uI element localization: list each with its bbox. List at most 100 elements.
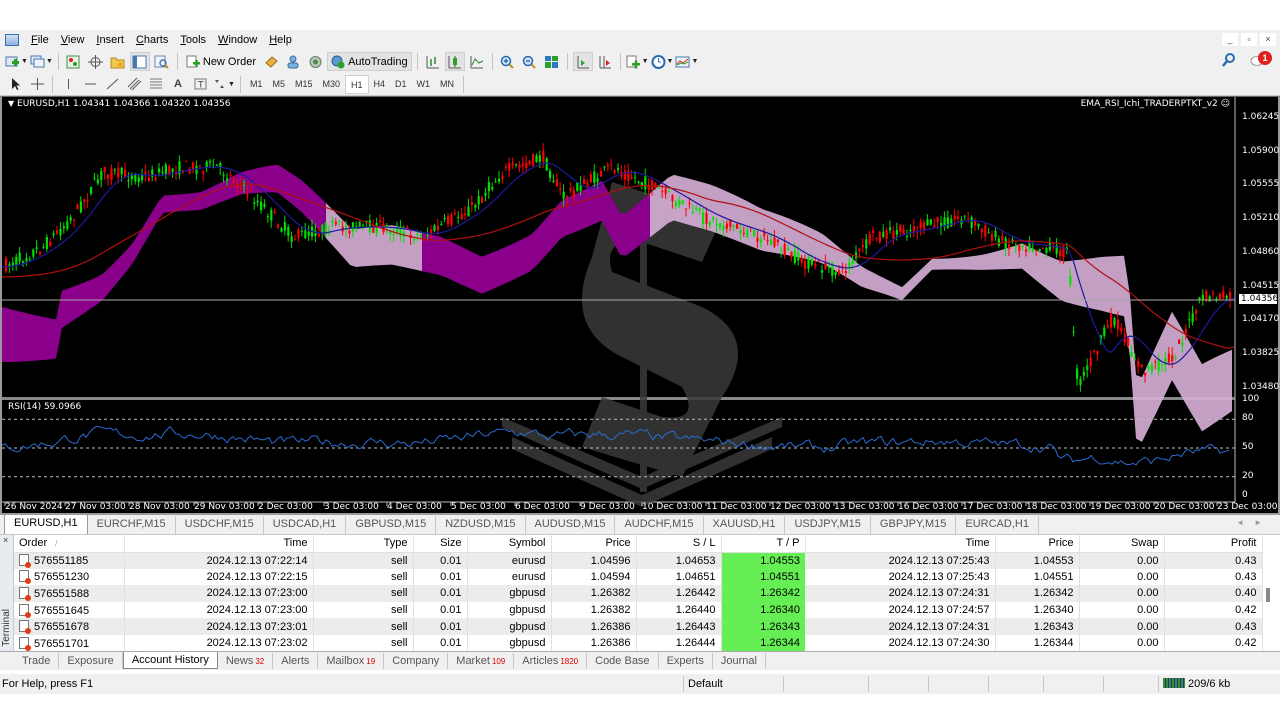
history-row[interactable]: 576551645 2024.12.13 07:23:00 sell 0.01 gbpu… bbox=[14, 601, 1263, 619]
metaeditor-button[interactable] bbox=[261, 52, 281, 71]
zoom-out-button[interactable] bbox=[520, 52, 540, 71]
signals-button[interactable] bbox=[283, 52, 303, 71]
horizontal-line-tool[interactable] bbox=[80, 75, 100, 94]
terminal-button[interactable] bbox=[129, 52, 150, 71]
timeframe-h1[interactable]: H1 bbox=[345, 74, 369, 94]
history-row[interactable]: 576551678 2024.12.13 07:23:01 sell 0.01 gbpu… bbox=[14, 618, 1263, 635]
terminal-tab-market[interactable]: Market 109 bbox=[448, 653, 515, 669]
fibonacci-tool[interactable] bbox=[146, 75, 166, 94]
terminal-tab-alerts[interactable]: Alerts bbox=[273, 653, 319, 669]
timeframe-m30[interactable]: M30 bbox=[317, 75, 345, 94]
chart-tab[interactable]: USDCHF,M15 bbox=[176, 516, 264, 534]
chart-tab[interactable]: XAUUSD,H1 bbox=[704, 516, 786, 534]
chart-tab[interactable]: GBPJPY,M15 bbox=[871, 516, 957, 534]
column-header[interactable]: T / P bbox=[721, 535, 806, 553]
column-header[interactable]: Size bbox=[413, 535, 468, 553]
templates-button[interactable]: ▼ bbox=[675, 52, 698, 71]
zoom-in-button[interactable] bbox=[498, 52, 518, 71]
trendline-tool[interactable] bbox=[102, 75, 122, 94]
terminal-close-icon[interactable]: × bbox=[3, 535, 8, 545]
timeframe-m15[interactable]: M15 bbox=[290, 75, 318, 94]
terminal-tab-code-base[interactable]: Code Base bbox=[587, 653, 659, 669]
chart-tab[interactable]: AUDUSD,M15 bbox=[526, 516, 616, 534]
text-tool[interactable]: A bbox=[168, 75, 188, 94]
chart-tab[interactable]: GBPUSD,M15 bbox=[346, 516, 437, 534]
chart-tab[interactable]: USDCAD,H1 bbox=[264, 516, 347, 534]
arrows-tool[interactable]: ▼ bbox=[212, 75, 235, 94]
terminal-tab-experts[interactable]: Experts bbox=[659, 653, 713, 669]
history-row[interactable]: 576551588 2024.12.13 07:23:00 sell 0.01 gbpu… bbox=[14, 585, 1263, 602]
menu-charts[interactable]: Charts bbox=[130, 34, 174, 46]
chart-tab[interactable]: USDJPY,M15 bbox=[785, 516, 871, 534]
restore-button[interactable]: ▫ bbox=[1241, 33, 1257, 46]
timeframe-h4[interactable]: H4 bbox=[369, 75, 391, 94]
history-row[interactable]: 576551701 2024.12.13 07:23:02 sell 0.01 gbpu… bbox=[14, 634, 1263, 652]
new-chart-button[interactable]: ▼ bbox=[5, 52, 28, 71]
line-chart-button[interactable] bbox=[467, 52, 487, 71]
chart-tab[interactable]: AUDCHF,M15 bbox=[615, 516, 704, 534]
equidistant-channel-tool[interactable] bbox=[124, 75, 144, 94]
chart-shift-button[interactable] bbox=[595, 52, 615, 71]
chart-collapse-arrow-icon[interactable]: ▼ bbox=[8, 99, 14, 108]
column-header[interactable]: Time bbox=[124, 535, 314, 553]
notifications-button[interactable]: 1 bbox=[1250, 51, 1272, 67]
tab-scroll-arrows-icon[interactable]: ◄► bbox=[1236, 518, 1272, 527]
column-header[interactable]: Type bbox=[313, 535, 414, 553]
menu-window[interactable]: Window bbox=[212, 34, 263, 46]
strategy-tester-button[interactable] bbox=[152, 52, 172, 71]
menu-view[interactable]: View bbox=[55, 34, 91, 46]
data-window-button[interactable] bbox=[86, 52, 106, 71]
column-header[interactable]: Time bbox=[805, 535, 996, 553]
menu-help[interactable]: Help bbox=[263, 34, 298, 46]
periods-button[interactable]: ▼ bbox=[651, 52, 673, 71]
close-button[interactable]: × bbox=[1260, 33, 1276, 46]
column-header[interactable]: Profit bbox=[1164, 535, 1263, 553]
terminal-tab-articles[interactable]: Articles 1820 bbox=[514, 653, 588, 669]
terminal-tab-company[interactable]: Company bbox=[384, 653, 449, 669]
terminal-tab-exposure[interactable]: Exposure bbox=[59, 653, 123, 669]
price-chart-canvas[interactable] bbox=[2, 97, 1278, 513]
column-header[interactable]: Price bbox=[995, 535, 1080, 553]
vertical-line-tool[interactable] bbox=[58, 75, 78, 94]
autotrading-button[interactable]: AutoTrading bbox=[327, 52, 412, 71]
menu-file[interactable]: File bbox=[25, 34, 55, 46]
new-order-button[interactable]: New Order bbox=[183, 52, 259, 71]
terminal-tab-journal[interactable]: Journal bbox=[713, 653, 766, 669]
menu-insert[interactable]: Insert bbox=[90, 34, 130, 46]
profiles-button[interactable]: ▼ bbox=[30, 52, 53, 71]
timeframe-m1[interactable]: M1 bbox=[245, 75, 268, 94]
menu-tools[interactable]: Tools bbox=[174, 34, 212, 46]
column-header[interactable]: Symbol bbox=[467, 535, 552, 553]
chart-tab[interactable]: EURCHF,M15 bbox=[88, 516, 176, 534]
bar-chart-button[interactable] bbox=[423, 52, 443, 71]
search-icon[interactable] bbox=[1222, 53, 1236, 67]
column-header[interactable]: Swap bbox=[1079, 535, 1165, 553]
indicators-button[interactable]: ▼ bbox=[626, 52, 649, 71]
column-header[interactable]: Price bbox=[551, 535, 637, 553]
auto-scroll-button[interactable] bbox=[572, 52, 593, 71]
terminal-scrollbar-thumb[interactable] bbox=[1266, 588, 1270, 602]
chart-window[interactable]: ▼ EURUSD,H1 1.04341 1.04366 1.04320 1.04… bbox=[0, 96, 1280, 515]
candlestick-chart-button[interactable] bbox=[444, 52, 465, 71]
tile-windows-button[interactable] bbox=[542, 52, 562, 71]
text-label-tool[interactable]: T bbox=[190, 75, 210, 94]
terminal-tab-trade[interactable]: Trade bbox=[14, 653, 60, 669]
minimize-button[interactable]: _ bbox=[1222, 33, 1238, 46]
timeframe-mn[interactable]: MN bbox=[435, 75, 459, 94]
navigator-button[interactable] bbox=[108, 52, 128, 71]
chart-tab[interactable]: NZDUSD,M15 bbox=[436, 516, 526, 534]
vps-button[interactable] bbox=[305, 52, 325, 71]
timeframe-m5[interactable]: M5 bbox=[267, 75, 290, 94]
history-row[interactable]: 576551185 2024.12.13 07:22:14 sell 0.01 euru… bbox=[14, 552, 1263, 569]
terminal-tab-account-history[interactable]: Account History bbox=[122, 652, 218, 669]
terminal-tab-news[interactable]: News 32 bbox=[218, 653, 274, 669]
cursor-tool[interactable] bbox=[5, 75, 25, 94]
terminal-tab-mailbox[interactable]: Mailbox 19 bbox=[318, 653, 385, 669]
crosshair-tool[interactable] bbox=[27, 75, 47, 94]
history-row[interactable]: 576551230 2024.12.13 07:22:15 sell 0.01 euru… bbox=[14, 568, 1263, 586]
chart-tab[interactable]: EURCAD,H1 bbox=[956, 516, 1039, 534]
market-watch-button[interactable] bbox=[64, 52, 84, 71]
timeframe-d1[interactable]: D1 bbox=[390, 75, 412, 94]
column-header[interactable]: S / L bbox=[636, 535, 722, 553]
column-header[interactable]: Order / bbox=[14, 535, 125, 553]
